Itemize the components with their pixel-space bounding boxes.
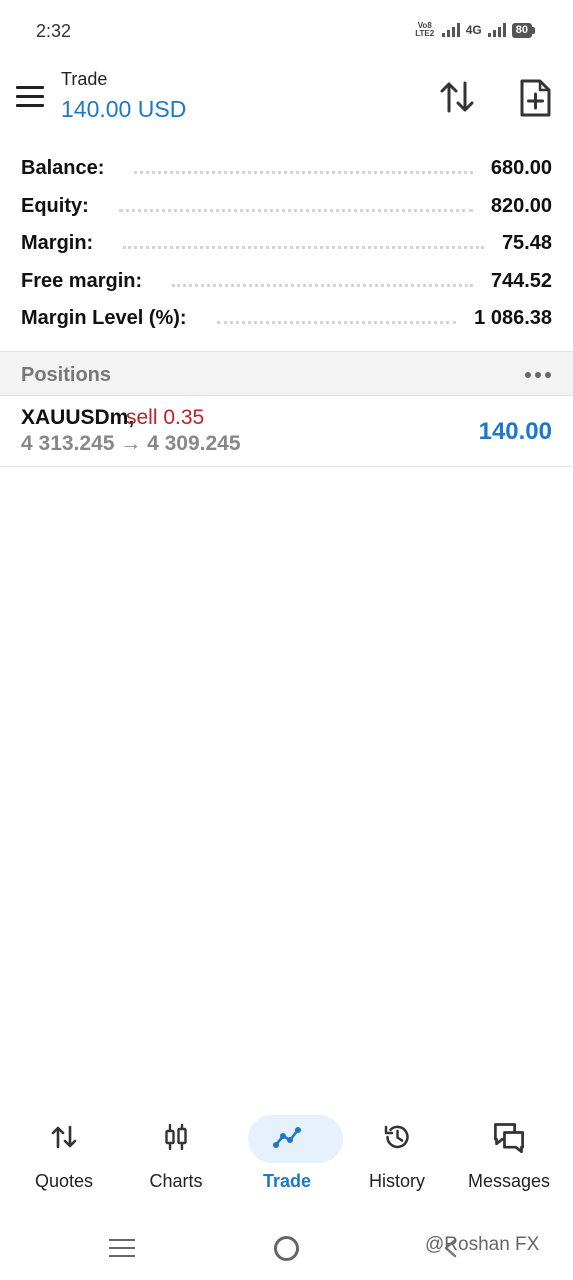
home-icon[interactable] xyxy=(274,1236,299,1261)
dotted-leader xyxy=(172,283,473,287)
bottom-nav: Quotes Charts Trade History Messages xyxy=(0,1108,573,1208)
position-profit: 140.00 xyxy=(478,418,552,445)
account-summary: Balance: 680.00 Equity: 820.00 Margin: 7… xyxy=(0,150,573,338)
position-row[interactable]: XAUUSDm, sell 0.35 4 313.245 → 4 309.245… xyxy=(0,396,573,467)
summary-label: Balance: xyxy=(21,157,105,180)
positions-title: Positions xyxy=(21,364,112,386)
summary-label: Margin Level (%): xyxy=(21,307,187,330)
more-options-icon[interactable] xyxy=(525,372,551,378)
summary-value: 75.48 xyxy=(501,232,552,255)
dotted-leader xyxy=(134,171,473,175)
recent-apps-icon[interactable] xyxy=(109,1239,135,1259)
volte-icon: Vo8 LTE2 xyxy=(415,21,435,38)
summary-row-margin-level: Margin Level (%): 1 086.38 xyxy=(0,300,573,338)
dotted-leader xyxy=(216,321,457,325)
nav-history[interactable]: History xyxy=(341,1108,453,1208)
charts-icon xyxy=(165,1123,187,1151)
nav-label: Trade xyxy=(262,1171,312,1191)
nav-quotes[interactable]: Quotes xyxy=(8,1108,120,1208)
summary-value: 744.52 xyxy=(490,269,552,292)
app-header: Trade 140.00 USD xyxy=(0,60,573,140)
dotted-leader xyxy=(123,246,484,250)
summary-value: 1 086.38 xyxy=(474,307,552,330)
summary-label: Equity: xyxy=(21,194,89,217)
nav-label: History xyxy=(368,1171,425,1191)
summary-value: 820.00 xyxy=(490,194,552,217)
battery-level: 80 xyxy=(511,22,532,38)
positions-header: Positions xyxy=(0,351,573,396)
new-order-icon[interactable] xyxy=(516,78,554,118)
summary-row-balance: Balance: 680.00 xyxy=(0,150,573,188)
status-icons: Vo8 LTE2 4G 80 xyxy=(414,22,535,38)
summary-label: Free margin: xyxy=(21,269,143,292)
signal-icon-2 xyxy=(487,23,506,37)
trade-icon xyxy=(273,1127,301,1148)
battery-icon: 80 xyxy=(511,22,535,38)
dotted-leader xyxy=(118,208,473,212)
status-bar: 2:32 Vo8 LTE2 4G 80 xyxy=(0,0,573,60)
sort-icon[interactable] xyxy=(438,78,476,116)
menu-icon[interactable] xyxy=(16,86,44,108)
summary-row-free-margin: Free margin: 744.52 xyxy=(0,263,573,301)
position-side: sell 0.35 xyxy=(126,406,205,429)
account-profit: 140.00 USD xyxy=(61,96,187,122)
system-nav-bar: @Roshan FX xyxy=(0,1215,573,1280)
nav-charts[interactable]: Charts xyxy=(120,1108,232,1208)
summary-row-equity: Equity: 820.00 xyxy=(0,188,573,226)
page-title: Trade xyxy=(61,69,108,89)
nav-label: Quotes xyxy=(34,1171,94,1191)
messages-icon xyxy=(494,1123,524,1154)
watermark: @Roshan FX xyxy=(425,1234,540,1255)
network-type: 4G xyxy=(465,23,482,37)
nav-messages[interactable]: Messages xyxy=(453,1108,565,1208)
position-symbol: XAUUSDm, xyxy=(21,406,135,429)
position-prices: 4 313.245 → 4 309.245 xyxy=(21,432,241,455)
summary-value: 680.00 xyxy=(490,157,552,180)
quotes-icon xyxy=(51,1125,77,1149)
signal-icon xyxy=(441,23,460,37)
summary-row-margin: Margin: 75.48 xyxy=(0,225,573,263)
history-icon xyxy=(384,1125,409,1149)
status-time: 2:32 xyxy=(36,21,72,41)
summary-label: Margin: xyxy=(21,232,94,255)
nav-trade[interactable]: Trade xyxy=(231,1108,343,1208)
nav-label: Charts xyxy=(149,1171,203,1191)
nav-label: Messages xyxy=(467,1171,551,1191)
